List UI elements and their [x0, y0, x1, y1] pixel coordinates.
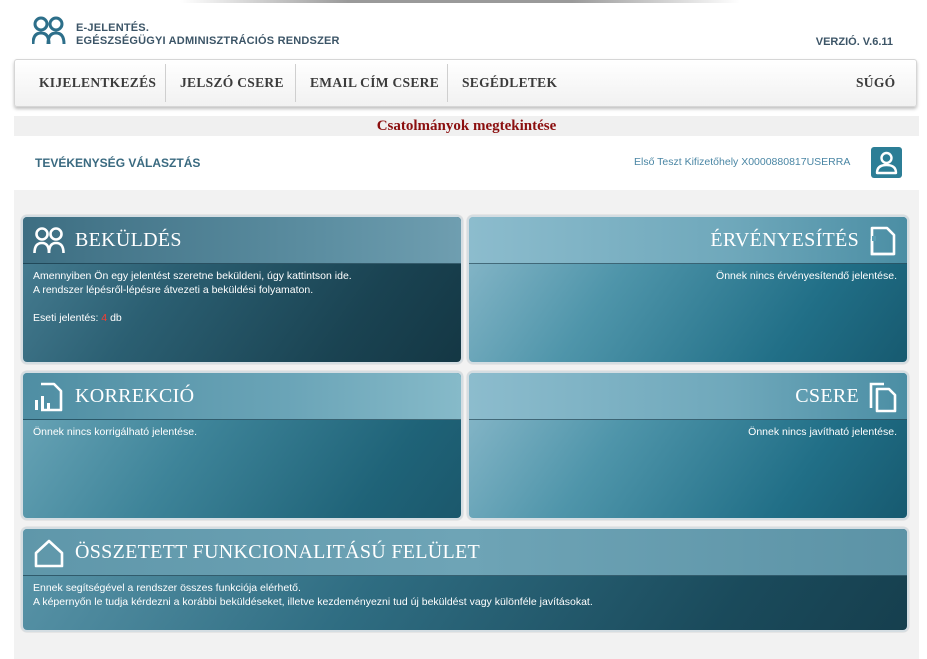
current-user-name: Első Teszt Kifizetőhely X0000880817USERR… — [634, 156, 851, 168]
description-line: A képernyőn le tudja kérdezni a korábbi … — [33, 596, 593, 608]
people-logo-icon — [32, 16, 66, 45]
card-submission[interactable]: BEKÜLDÉS Amennyiben Ön egy jelentést sze… — [21, 215, 463, 364]
card-description: Önnek nincs javítható jelentése. — [748, 426, 897, 438]
card-correction[interactable]: KORREKCIÓ Önnek nincs korrigálható jelen… — [21, 371, 463, 520]
brand-line-1: E-JELENTÉS. — [76, 22, 150, 34]
activity-selection-label: TEVÉKENYSÉG VÁLASZTÁS — [35, 156, 201, 170]
nav-separator — [447, 64, 448, 102]
user-profile-button[interactable] — [871, 147, 902, 178]
card-validation[interactable]: ÉRVÉNYESÍTÉS Önnek nincs érvényesítendő … — [467, 215, 909, 364]
card-combined-interface[interactable]: ÖSSZETETT FUNKCIONALITÁSÚ FELÜLET Ennek … — [21, 527, 909, 632]
brand-line-2: EGÉSZSÉGÜGYI ADMINISZTRÁCIÓS RENDSZER — [76, 35, 340, 47]
card-description: Önnek nincs korrigálható jelentése. — [33, 426, 198, 438]
count-value: 4 — [101, 312, 108, 324]
nav-separator — [165, 64, 166, 102]
home-icon — [34, 539, 64, 568]
description-line: A rendszer lépésről-lépésre átvezeti a b… — [33, 284, 314, 296]
count-label: Eseti jelentés: — [33, 312, 99, 324]
brand-title: E-JELENTÉS. EGÉSZSÉGÜGYI ADMINISZTRÁCIÓS… — [76, 22, 340, 48]
document-corner-icon — [870, 226, 896, 256]
case-report-count: Eseti jelentés: 4 db — [33, 311, 352, 325]
description-line: Ennek segítségével a rendszer összes fun… — [33, 582, 301, 594]
copy-documents-icon — [869, 382, 897, 413]
user-icon — [875, 151, 898, 175]
attachments-link[interactable]: Csatolmányok megtekintése — [14, 116, 919, 136]
nav-change-password[interactable]: JELSZÓ CSERE — [180, 60, 284, 106]
card-replacement[interactable]: CSERE Önnek nincs javítható jelentése. — [467, 371, 909, 520]
card-title: KORREKCIÓ — [75, 385, 195, 407]
people-icon — [33, 227, 65, 254]
activity-panel-area: BEKÜLDÉS Amennyiben Ön egy jelentést sze… — [14, 190, 919, 659]
card-description: Önnek nincs érvényesítendő jelentése. — [716, 270, 897, 282]
nav-help[interactable]: SÚGÓ — [856, 60, 895, 106]
nav-guides[interactable]: SEGÉDLETEK — [462, 60, 557, 106]
card-title: CSERE — [795, 385, 859, 407]
count-unit: db — [110, 312, 122, 324]
top-divider — [180, 0, 740, 3]
nav-change-email[interactable]: EMAIL CÍM CSERE — [310, 60, 439, 106]
main-navigation: KIJELENTKEZÉS JELSZÓ CSERE EMAIL CÍM CSE… — [14, 59, 917, 107]
card-title: ÉRVÉNYESÍTÉS — [710, 229, 859, 251]
nav-logout[interactable]: KIJELENTKEZÉS — [39, 60, 156, 106]
version-label: VERZIÓ. V.6.11 — [815, 36, 893, 48]
card-description: Amennyiben Ön egy jelentést szeretne bek… — [33, 269, 352, 325]
chart-document-icon — [35, 382, 63, 412]
card-title: ÖSSZETETT FUNKCIONALITÁSÚ FELÜLET — [75, 541, 481, 563]
card-description: Ennek segítségével a rendszer összes fun… — [33, 581, 593, 609]
description-line: Amennyiben Ön egy jelentést szeretne bek… — [33, 270, 352, 282]
nav-separator — [295, 64, 296, 102]
card-title: BEKÜLDÉS — [75, 229, 182, 251]
